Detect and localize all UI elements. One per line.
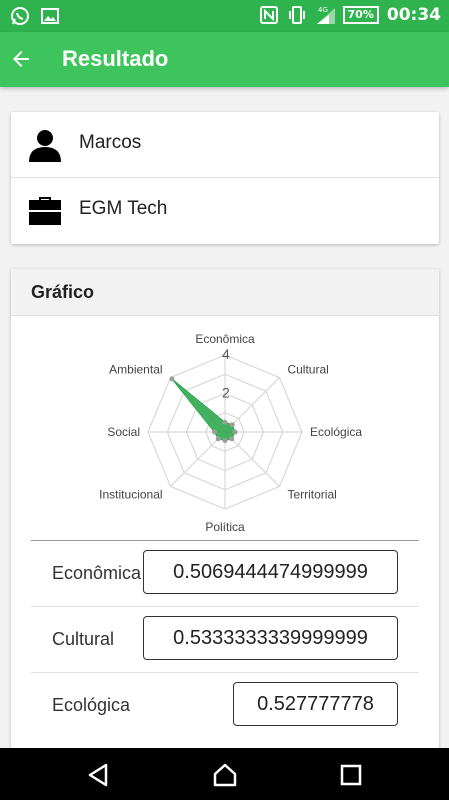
status-time: 00:34 [386,5,441,25]
briefcase-icon [27,194,63,228]
navigation-bar [0,748,449,800]
radar-data-point [169,376,175,382]
radar-chart: 2 4Econômica Cultural Ecológica Territorial P… [99,332,362,534]
radar-data-point [222,419,228,425]
home-icon[interactable] [212,762,238,788]
radar-data-point [229,436,235,442]
radar-tick-label: 4 [222,346,230,362]
result-value-field[interactable]: 0.5069444474999999 [143,550,398,594]
page-title: Resultado [62,46,169,71]
radar-data-point [232,429,238,435]
chart-header: Gráfico [11,269,439,316]
profile-card: Marcos EGM Tech [11,112,439,244]
recents-square-icon[interactable] [338,762,364,788]
result-label: Ecológica [52,695,131,715]
radar-axis-label: Institucional [99,487,162,501]
radar-axis-label: Ambiental [109,363,162,377]
radar-axis-label: Territorial [287,487,336,501]
back-triangle-icon[interactable] [86,762,112,788]
radar-axis-label: Política [205,520,245,534]
result-value-field[interactable]: 0.527777778 [233,682,398,726]
result-row-cultural: Cultural 0.5333333339999999 [31,607,419,673]
whatsapp-icon [10,6,30,26]
signal-icon: 4G [315,5,335,25]
radar-data-point [222,438,228,444]
image-icon [40,6,60,26]
chart-card: Gráfico 2 4 Econômica Cultural Ecológica Terr… [11,269,439,749]
radar-data-point [215,436,221,442]
status-bar: 4G 70% 00:34 [0,0,449,32]
radar-axis-label: Ecológica [310,425,362,439]
result-label: Econômica [52,563,142,583]
name-row: Marcos [11,112,439,178]
vibrate-icon [287,5,307,25]
result-row-ecologica: Ecológica 0.527777778 [31,673,419,739]
result-label: Cultural [52,629,115,649]
person-icon [27,128,63,162]
arrow-back-icon[interactable] [6,44,36,74]
radar-data-point [229,422,235,428]
radar-axis-label: Econômica [195,332,255,346]
result-row-economica: Econômica 0.5069444474999999 [31,541,419,607]
company-row: EGM Tech [11,178,439,244]
battery-indicator: 70% [342,6,379,24]
radar-data-point [211,429,217,435]
result-value-field[interactable]: 0.5333333339999999 [143,616,398,660]
nfc-icon [259,5,279,25]
radar-tick-label: 2 [222,385,230,401]
user-name: Marcos [79,132,142,153]
chart-title: Gráfico [31,282,95,302]
app-bar: Resultado [0,32,449,87]
svg-text:4G: 4G [318,6,328,14]
company-name: EGM Tech [79,198,168,219]
radar-axis-label: Cultural [287,363,328,377]
radar-axis-label: Social [107,425,140,439]
